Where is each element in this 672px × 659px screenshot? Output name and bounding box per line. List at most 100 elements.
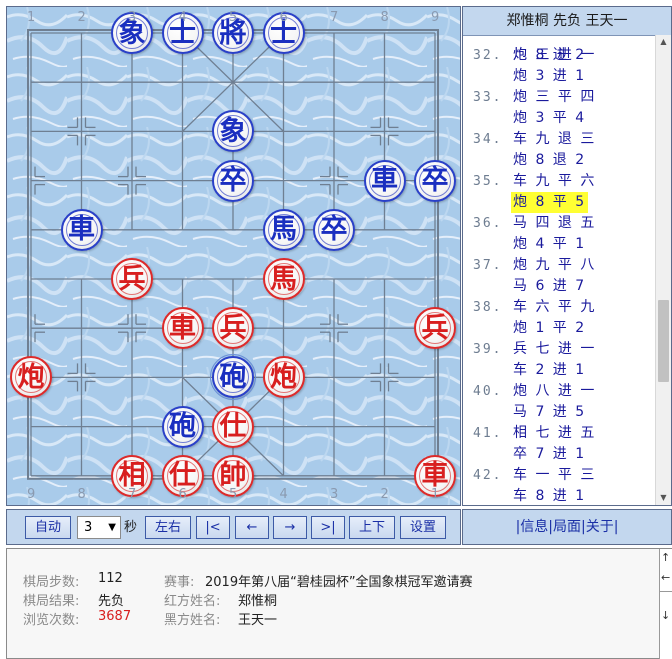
info-links-bar: |信息|局面|关于| — [462, 509, 672, 545]
scroll-down-arrow-icon[interactable]: ▼ — [656, 491, 671, 505]
next-move-button[interactable]: → — [273, 516, 307, 539]
info-side-scroller[interactable]: ↑ ← ↓ — [659, 549, 672, 659]
file-number-bottom: 7 — [128, 487, 137, 502]
move-text: 炮 1 平 2 — [513, 320, 587, 336]
move-text: 兵 七 进 一 — [513, 341, 597, 357]
black-cannon-piece[interactable]: 砲 — [161, 405, 204, 448]
result-value: 先负 — [98, 594, 125, 609]
file-number-bottom: 4 — [279, 487, 288, 502]
black-player-label: 黑方姓名: — [164, 613, 221, 628]
black-soldier-piece[interactable]: 卒 — [212, 159, 254, 202]
red-soldier-piece[interactable]: 兵 — [414, 307, 456, 350]
black-horse-piece[interactable]: 馬 — [262, 208, 305, 251]
red-cannon-piece[interactable]: 炮 — [262, 356, 305, 399]
arrow-left-icon[interactable]: ← — [661, 571, 670, 584]
position-link[interactable]: |局面 — [548, 519, 581, 535]
move-text: 炮 三 进 一 — [513, 47, 597, 63]
move-text: 炮 8 退 2 — [513, 152, 587, 168]
speed-select[interactable]: 3 ▼ — [77, 516, 121, 539]
red-soldier-piece[interactable]: 兵 — [111, 258, 153, 300]
black-chariot-piece[interactable]: 車 — [60, 208, 103, 251]
move-number: 32. — [473, 48, 503, 63]
file-number-top: 9 — [431, 10, 440, 25]
red-chariot-piece[interactable]: 車 — [161, 307, 204, 350]
move-text: 炮 3 进 1 — [513, 68, 587, 84]
current-move-text: 炮 8 平 5 — [511, 192, 589, 213]
move-number: 36. — [473, 216, 503, 231]
move-text: 车 8 进 1 — [513, 488, 587, 504]
chess-board[interactable]: 象士將士象卒車卒車馬卒兵馬車兵兵炮砲炮砲仕相仕帥車 12345678998765… — [6, 6, 461, 506]
move-number: 40. — [473, 384, 503, 399]
file-number-bottom: 2 — [380, 487, 389, 502]
arrow-up-icon[interactable]: ↑ — [661, 551, 670, 564]
auto-play-button[interactable]: 自动 — [25, 516, 71, 539]
event-label: 赛事: — [164, 575, 195, 590]
move-number: 38. — [473, 300, 503, 315]
move-number: 42. — [473, 468, 503, 483]
file-number-bottom: 3 — [330, 487, 339, 502]
up-down-flip-button[interactable]: 上下 — [349, 516, 395, 539]
red-soldier-piece[interactable]: 兵 — [212, 307, 254, 350]
result-label: 棋局结果: — [23, 594, 80, 609]
move-text: 炮 4 平 1 — [513, 236, 587, 252]
first-move-button[interactable]: |< — [196, 516, 230, 539]
move-text: 炮 三 平 四 — [513, 89, 597, 105]
red-advisor-piece[interactable]: 仕 — [212, 405, 254, 448]
red-horse-piece[interactable]: 馬 — [262, 258, 305, 300]
event-value: 2019年第八届“碧桂园杯”全国象棋冠军邀请赛 — [205, 575, 473, 590]
black-chariot-piece[interactable]: 車 — [363, 159, 406, 202]
playback-controls: 自动 3 ▼ 秒 左右 |< ← → >| 上下 设置 — [6, 509, 461, 545]
move-number: 34. — [473, 132, 503, 147]
arrow-down-icon[interactable]: ↓ — [661, 609, 670, 622]
file-number-bottom: 8 — [77, 487, 86, 502]
black-soldier-piece[interactable]: 卒 — [313, 208, 355, 251]
seconds-label: 秒 — [124, 520, 138, 535]
left-right-flip-button[interactable]: 左右 — [145, 516, 191, 539]
views-label: 浏览次数: — [23, 613, 80, 628]
last-move-button[interactable]: >| — [311, 516, 345, 539]
file-number-top: 3 — [128, 10, 137, 25]
move-text: 炮 3 平 4 — [513, 110, 587, 126]
move-text: 车 六 平 九 — [513, 299, 597, 315]
move-text: 卒 7 进 1 — [513, 446, 587, 462]
game-title: 郑惟桐 先负 王天一 — [463, 7, 671, 36]
file-number-bottom: 9 — [27, 487, 36, 502]
game-info-panel: 棋局步数: 112 棋局结果: 先负 浏览次数: 3687 赛事: 2019年第… — [6, 548, 672, 659]
file-number-bottom: 6 — [178, 487, 187, 502]
file-number-bottom: 5 — [229, 487, 238, 502]
move-number: 35. — [473, 174, 503, 189]
move-text: 相 七 进 五 — [513, 425, 597, 441]
file-number-top: 4 — [178, 10, 187, 25]
previous-move-button[interactable]: ← — [235, 516, 269, 539]
file-number-bottom: 1 — [431, 487, 440, 502]
move-number: 33. — [473, 90, 503, 105]
move-text: 车 九 平 六 — [513, 173, 597, 189]
move-text: 车 九 退 三 — [513, 131, 597, 147]
settings-button[interactable]: 设置 — [400, 516, 446, 539]
red-player-name: 郑惟桐 — [238, 594, 278, 609]
move-list-scrollbar[interactable]: ▲ ▼ — [655, 35, 671, 505]
move-text: 马 7 进 5 — [513, 404, 587, 420]
move-row-partial[interactable]: 炮 8 进 2 — [463, 35, 584, 63]
info-link[interactable]: |信息 — [516, 519, 549, 535]
move-list[interactable]: 炮 8 进 2 32. 炮 三 进 一炮 3 进 1 33. 炮 三 平 四炮 3 平… — [463, 35, 657, 505]
move-number: 39. — [473, 342, 503, 357]
file-number-top: 2 — [77, 10, 86, 25]
move-text: 炮 八 进 一 — [513, 383, 597, 399]
black-player-name: 王天一 — [238, 613, 278, 628]
about-link[interactable]: |关于| — [581, 519, 618, 535]
black-soldier-piece[interactable]: 卒 — [414, 159, 456, 202]
move-text: 马 四 退 五 — [513, 215, 597, 231]
file-number-top: 8 — [380, 10, 389, 25]
file-number-top: 6 — [279, 10, 288, 25]
scroll-up-arrow-icon[interactable]: ▲ — [656, 35, 671, 49]
move-text: 车 2 进 1 — [513, 362, 587, 378]
dropdown-arrow-icon: ▼ — [108, 522, 116, 533]
steps-value: 112 — [98, 571, 123, 586]
file-number-top: 7 — [330, 10, 339, 25]
file-number-top: 5 — [229, 10, 238, 25]
file-number-top: 1 — [27, 10, 36, 25]
speed-value: 3 — [84, 520, 93, 535]
scroll-thumb[interactable] — [658, 300, 669, 382]
views-value: 3687 — [98, 609, 132, 624]
